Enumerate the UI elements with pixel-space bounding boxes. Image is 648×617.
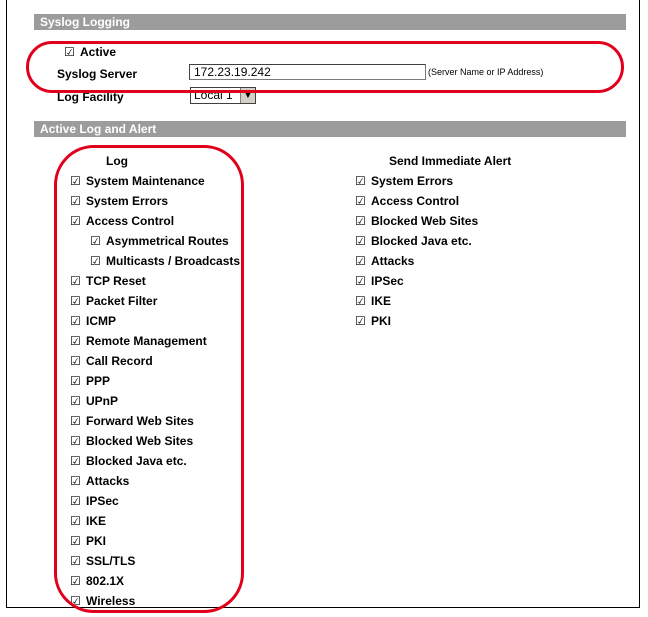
- checkbox-label: Blocked Java etc.: [371, 234, 472, 248]
- checkbox[interactable]: ☑: [355, 234, 366, 248]
- checkbox[interactable]: ☑: [355, 174, 366, 188]
- list-item[interactable]: ☑ System Errors: [355, 174, 453, 188]
- list-item[interactable]: ☑ Access Control: [355, 194, 459, 208]
- checkbox-label: PKI: [371, 314, 392, 328]
- list-item[interactable]: ☑ PKI: [355, 314, 391, 328]
- checkbox[interactable]: ☑: [355, 194, 366, 208]
- checkbox-label: IPSec: [371, 274, 404, 288]
- checkbox-label: System Errors: [371, 174, 454, 188]
- list-item[interactable]: ☑ IKE: [355, 294, 391, 308]
- checkbox[interactable]: ☑: [355, 214, 366, 228]
- list-item[interactable]: ☑ Blocked Java etc.: [355, 234, 472, 248]
- list-item[interactable]: ☑ IPSec: [355, 274, 404, 288]
- checkbox[interactable]: ☑: [355, 254, 366, 268]
- highlight-ellipse-log: [54, 145, 244, 613]
- checkbox-label: Attacks: [371, 254, 415, 268]
- section-header-syslog: Syslog Logging: [34, 14, 626, 30]
- list-item[interactable]: ☑ Blocked Web Sites: [355, 214, 478, 228]
- checkbox-label: IKE: [371, 294, 392, 308]
- list-item[interactable]: ☑ Attacks: [355, 254, 414, 268]
- checkbox-label: Access Control: [371, 194, 460, 208]
- checkbox[interactable]: ☑: [355, 294, 366, 308]
- checkbox[interactable]: ☑: [355, 274, 366, 288]
- checkbox-label: Blocked Web Sites: [371, 214, 479, 228]
- section-header-active-log: Active Log and Alert: [34, 121, 626, 137]
- alert-column-header: Send Immediate Alert: [389, 154, 512, 168]
- checkbox[interactable]: ☑: [355, 314, 366, 328]
- highlight-ellipse-syslog: [26, 41, 624, 93]
